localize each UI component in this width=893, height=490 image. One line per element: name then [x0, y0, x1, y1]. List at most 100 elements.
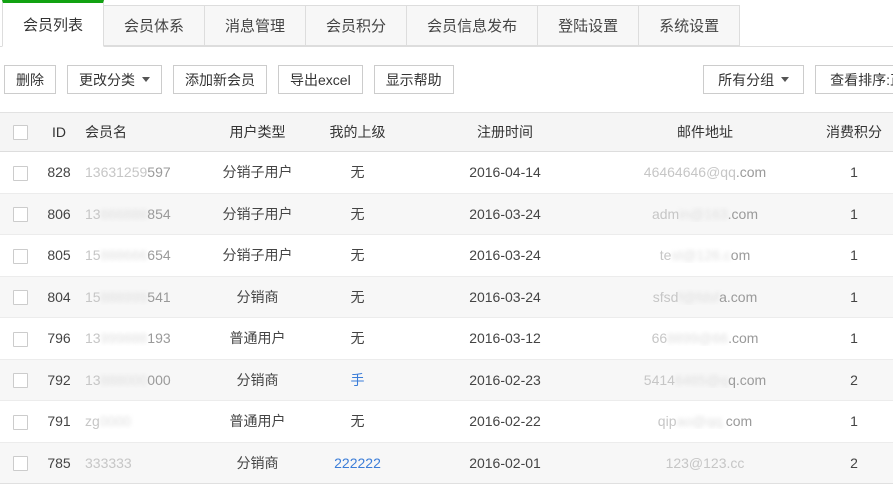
- member-name-redacted: 888000: [101, 372, 148, 388]
- email-cell: 123@123.cc: [595, 455, 815, 471]
- register-date-cell: 2016-03-12: [415, 330, 595, 346]
- member-name-visible-start: 15: [85, 247, 101, 263]
- show-help-label: 显示帮助: [386, 70, 442, 90]
- email-redacted: 6465@q: [675, 372, 728, 388]
- tab-login-settings[interactable]: 登陆设置: [537, 5, 639, 46]
- header-register-date: 注册时间: [415, 122, 595, 142]
- email-cell: sfsdf@fdsfa.com: [595, 289, 815, 305]
- email-redacted: st@126.c: [671, 247, 730, 263]
- select-all-checkbox[interactable]: [13, 125, 28, 140]
- table-header-row: ID 会员名 用户类型 我的上级 注册时间 邮件地址 消费积分: [0, 112, 893, 152]
- user-type-cell: 分销子用户: [215, 204, 300, 224]
- id-cell: 791: [40, 413, 78, 429]
- tab-member-list[interactable]: 会员列表: [2, 0, 104, 47]
- member-name-cell: 13888000000: [78, 372, 215, 388]
- parent-cell: 无: [300, 411, 415, 431]
- register-date-cell: 2016-04-14: [415, 164, 595, 180]
- row-checkbox[interactable]: [13, 249, 28, 264]
- points-cell: 1: [815, 206, 893, 222]
- email-visible-end: .com: [736, 164, 766, 180]
- member-name-visible-start: 333333: [85, 455, 132, 471]
- row-select-cell: [0, 330, 40, 347]
- tab-member-points[interactable]: 会员积分: [305, 5, 407, 46]
- points-cell: 1: [815, 413, 893, 429]
- add-member-button[interactable]: 添加新会员: [173, 65, 267, 94]
- points-cell: 1: [815, 247, 893, 263]
- parent-cell: 无: [300, 245, 415, 265]
- email-visible-start: sfsd: [653, 289, 679, 305]
- user-type-cell: 分销商: [215, 287, 300, 307]
- email-cell: 668899@66.com: [595, 330, 815, 346]
- email-cell: test@126.com: [595, 247, 815, 263]
- tab-bar: 会员列表会员体系消息管理会员积分会员信息发布 登陆设置系统设置: [0, 0, 893, 47]
- parent-cell: 无: [300, 162, 415, 182]
- row-select-cell: [0, 205, 40, 222]
- register-date-cell: 2016-02-23: [415, 372, 595, 388]
- email-cell: qipao@qq.com: [595, 413, 815, 429]
- select-all-cell: [0, 124, 40, 141]
- table-row: 792 13888000000 分销商 手 2016-02-23 5414646…: [0, 360, 893, 402]
- row-checkbox[interactable]: [13, 166, 28, 181]
- user-type-cell: 普通用户: [215, 411, 300, 431]
- register-date-cell: 2016-03-24: [415, 247, 595, 263]
- member-name-visible-end: 854: [147, 206, 170, 222]
- member-name-visible-start: 13: [85, 206, 101, 222]
- sort-order-label: 查看排序:正常排序: [830, 70, 893, 90]
- email-redacted: ao@qq.: [676, 413, 725, 429]
- email-visible-start: adm: [652, 206, 679, 222]
- parent-link[interactable]: 手: [300, 370, 415, 390]
- row-checkbox[interactable]: [13, 332, 28, 347]
- user-type-cell: 分销商: [215, 453, 300, 473]
- user-type-cell: 分销子用户: [215, 245, 300, 265]
- member-name-cell: zg0000: [78, 413, 215, 429]
- header-parent: 我的上级: [300, 122, 415, 142]
- tab-label: 登陆设置: [558, 15, 618, 36]
- header-id: ID: [40, 124, 78, 140]
- tab-system-settings[interactable]: 系统设置: [638, 5, 740, 46]
- tab-member-system[interactable]: 会员体系: [103, 5, 205, 46]
- member-table: ID 会员名 用户类型 我的上级 注册时间 邮件地址 消费积分 828 1363…: [0, 112, 893, 484]
- table-row: 804 15888999541 分销商 无 2016-03-24 sfsdf@f…: [0, 277, 893, 319]
- row-checkbox[interactable]: [13, 207, 28, 222]
- row-checkbox[interactable]: [13, 373, 28, 388]
- row-checkbox[interactable]: [13, 290, 28, 305]
- header-email: 邮件地址: [595, 122, 815, 142]
- row-select-cell: [0, 413, 40, 430]
- parent-link[interactable]: 222222: [300, 455, 415, 471]
- tab-member-info-publish[interactable]: 会员信息发布: [406, 5, 538, 46]
- member-name-visible-start: 13: [85, 372, 101, 388]
- register-date-cell: 2016-03-24: [415, 206, 595, 222]
- email-visible-end: .com: [728, 206, 758, 222]
- member-name-visible-end: 541: [147, 289, 170, 305]
- member-name-visible-end: 000: [147, 372, 170, 388]
- group-filter-dropdown[interactable]: 所有分组: [703, 65, 804, 94]
- delete-button[interactable]: 删除: [4, 65, 56, 94]
- export-excel-label: 导出excel: [290, 70, 351, 90]
- change-category-dropdown[interactable]: 更改分类: [67, 65, 162, 94]
- email-cell: 54146465@qq.com: [595, 372, 815, 388]
- email-visible-start: 123@123.cc: [666, 455, 745, 471]
- member-name-redacted: 0000: [100, 413, 131, 429]
- tab-message-management[interactable]: 消息管理: [204, 5, 306, 46]
- change-category-label: 更改分类: [79, 70, 135, 90]
- email-visible-end: om: [731, 247, 750, 263]
- row-checkbox[interactable]: [13, 456, 28, 471]
- email-visible-end: .com: [728, 330, 758, 346]
- row-select-cell: [0, 288, 40, 305]
- row-select-cell: [0, 247, 40, 264]
- email-redacted: 8899@66: [667, 330, 728, 346]
- member-name-cell: 15888666654: [78, 247, 215, 263]
- row-checkbox[interactable]: [13, 415, 28, 430]
- export-excel-button[interactable]: 导出excel: [278, 65, 363, 94]
- tab-label: 会员信息发布: [427, 15, 517, 36]
- add-member-label: 添加新会员: [185, 70, 255, 90]
- member-name-visible-end: 193: [147, 330, 170, 346]
- member-name-cell: 15888999541: [78, 289, 215, 305]
- sort-order-button[interactable]: 查看排序:正常排序: [815, 65, 893, 94]
- header-user-type: 用户类型: [215, 122, 300, 142]
- register-date-cell: 2016-02-01: [415, 455, 595, 471]
- table-row: 805 15888666654 分销子用户 无 2016-03-24 test@…: [0, 235, 893, 277]
- show-help-button[interactable]: 显示帮助: [374, 65, 454, 94]
- id-cell: 805: [40, 247, 78, 263]
- user-type-cell: 分销子用户: [215, 162, 300, 182]
